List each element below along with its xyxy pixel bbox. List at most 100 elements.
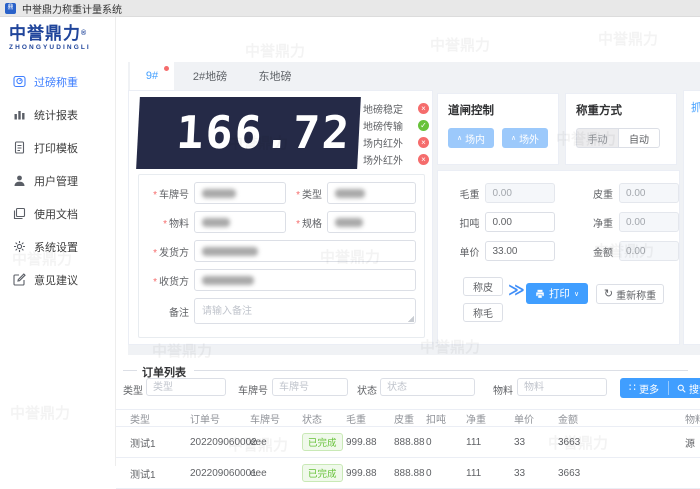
price-input[interactable] [485,241,555,261]
remark-textarea[interactable]: 请输入备注 [194,298,416,324]
gross-label: 毛重 [446,186,479,201]
cell-price: 33 [514,437,558,448]
filter-plate-input[interactable] [272,378,348,396]
status-error-icon: × [418,154,429,165]
cell-type: 测试1 [130,466,190,481]
status-label: 地磅稳定 [363,101,403,116]
gear-icon [13,240,26,253]
gate-inside-button[interactable]: ∧ 场内 [448,128,494,148]
side-panel-title[interactable]: 抓拍 [691,102,700,114]
sidebar-item-feedback[interactable]: 意见建议 [0,263,115,296]
deduct-label: 扣吨 [446,215,479,230]
plate-input[interactable] [194,182,286,204]
type-input[interactable] [327,182,416,204]
col-tare: 皮重 [394,411,426,426]
filter-material-label: 物料 [493,382,513,397]
sidebar-item-label: 意见建议 [34,272,78,288]
mode-auto-button[interactable]: 自动 [618,128,660,148]
more-button[interactable]: ∷ 更多 [620,378,668,398]
sidebar-item-settings[interactable]: 系统设置 [0,230,115,263]
masked-value [202,247,258,256]
table-row[interactable]: 测试1 202209060001 eee 已完成 999.88 888.88 0… [116,458,700,489]
cell-amount: 3663 [558,437,685,448]
sidebar-menu: 过磅称重 统计报表 打印模板 用户管理 使用文档 [0,65,115,296]
gross-input[interactable] [485,183,555,203]
chevron-down-icon: ∨ [574,290,579,298]
amount-label: 金额 [583,244,613,259]
divider-line [194,370,688,371]
bar-chart-icon [13,108,26,121]
resize-handle-icon[interactable] [408,316,414,322]
weigh-gross-button[interactable]: 称毛 [463,303,503,322]
tare-label: 皮重 [583,186,613,201]
col-price: 单价 [514,411,558,426]
price-label: 单价 [446,244,479,259]
filter-type-input[interactable] [146,378,226,396]
sidebar-item-weighing[interactable]: 过磅称重 [0,65,115,98]
cell-price: 33 [514,468,558,479]
cell-order-no: 202209060002 [190,437,250,448]
receiver-label: 收货方 [147,273,189,288]
net-input[interactable] [619,212,679,232]
net-label: 净重 [583,215,613,230]
filter-status-label: 状态 [357,382,377,397]
col-deduct: 扣吨 [426,411,466,426]
material-input[interactable] [194,211,286,233]
amount-input[interactable] [619,241,679,261]
sidebar-item-label: 用户管理 [34,173,78,189]
sidebar: 中誉鼎力® ZHONGYUDINGLI 过磅称重 统计报表 打印模板 用户管理 [0,17,116,466]
brand-subtitle: ZHONGYUDINGLI [9,44,115,51]
filter-material-input[interactable] [517,378,607,396]
scale-status-list: 地磅稳定 × 地磅传输 ✓ 场内红外 × 场外红外 × [363,100,429,168]
sidebar-item-label: 使用文档 [34,206,78,222]
print-button[interactable]: 打印 ∨ [526,283,588,304]
filter-status-input[interactable] [380,378,475,396]
masked-value [335,218,363,227]
tab-scale-east[interactable]: 东地磅 [246,62,304,90]
cell-order-no: 202209060001 [190,468,250,479]
filter-type-label: 类型 [123,382,143,397]
cell-gross: 999.88 [346,437,394,448]
tab-scale-2[interactable]: 2#地磅 [178,62,242,90]
receiver-input[interactable] [194,269,416,291]
refresh-icon: ↻ [604,289,613,299]
more-label: 更多 [639,381,659,396]
cell-plate: eee [250,437,302,448]
user-icon [13,174,26,187]
type-label: 类型 [286,186,322,201]
col-order-no: 订单号 [190,411,250,426]
remark-placeholder: 请输入备注 [202,306,252,317]
weigh-tare-button[interactable]: 称皮 [463,277,503,296]
sidebar-item-print-template[interactable]: 打印模板 [0,131,115,164]
shipper-input[interactable] [194,240,416,262]
tare-input[interactable] [619,183,679,203]
status-label: 地磅传输 [363,118,403,133]
cell-deduct: 0 [426,437,466,448]
sidebar-item-users[interactable]: 用户管理 [0,164,115,197]
reweigh-button[interactable]: ↻ 重新称重 [596,284,664,304]
copy-docs-icon [13,207,26,220]
cell-status: 已完成 [302,464,346,482]
brand-name: 中誉鼎力® [9,24,115,43]
status-row: 场外红外 × [363,151,429,168]
filter-plate-label: 车牌号 [238,382,268,397]
cell-plate: eee [250,468,302,479]
deduct-input[interactable] [485,212,555,232]
gate-outside-button[interactable]: ∧ 场外 [502,128,548,148]
sidebar-item-docs[interactable]: 使用文档 [0,197,115,230]
shipper-label: 发货方 [147,244,189,259]
weighing-card: 166.72 地磅稳定 × 地磅传输 ✓ 场内红外 × 场外红外 × 车牌号 类… [128,90,433,345]
reweigh-label: 重新称重 [616,287,656,302]
tab-scale-9[interactable]: 9# [130,62,174,90]
col-plate: 车牌号 [250,411,302,426]
material-label: 物料 [147,215,189,230]
table-row[interactable]: 测试1 202209060002 eee 已完成 999.88 888.88 0… [116,427,700,458]
spec-input[interactable] [327,211,416,233]
col-amount: 金额 [558,411,685,426]
sidebar-item-reports[interactable]: 统计报表 [0,98,115,131]
status-ok-icon: ✓ [418,120,429,131]
printer-icon [535,289,545,299]
search-button[interactable]: 搜索 [669,378,700,398]
mode-manual-button[interactable]: 手动 [576,128,618,148]
vehicle-form: 车牌号 类型 物料 规格 发货方 收货方 备注 请输入备注 [138,174,425,338]
